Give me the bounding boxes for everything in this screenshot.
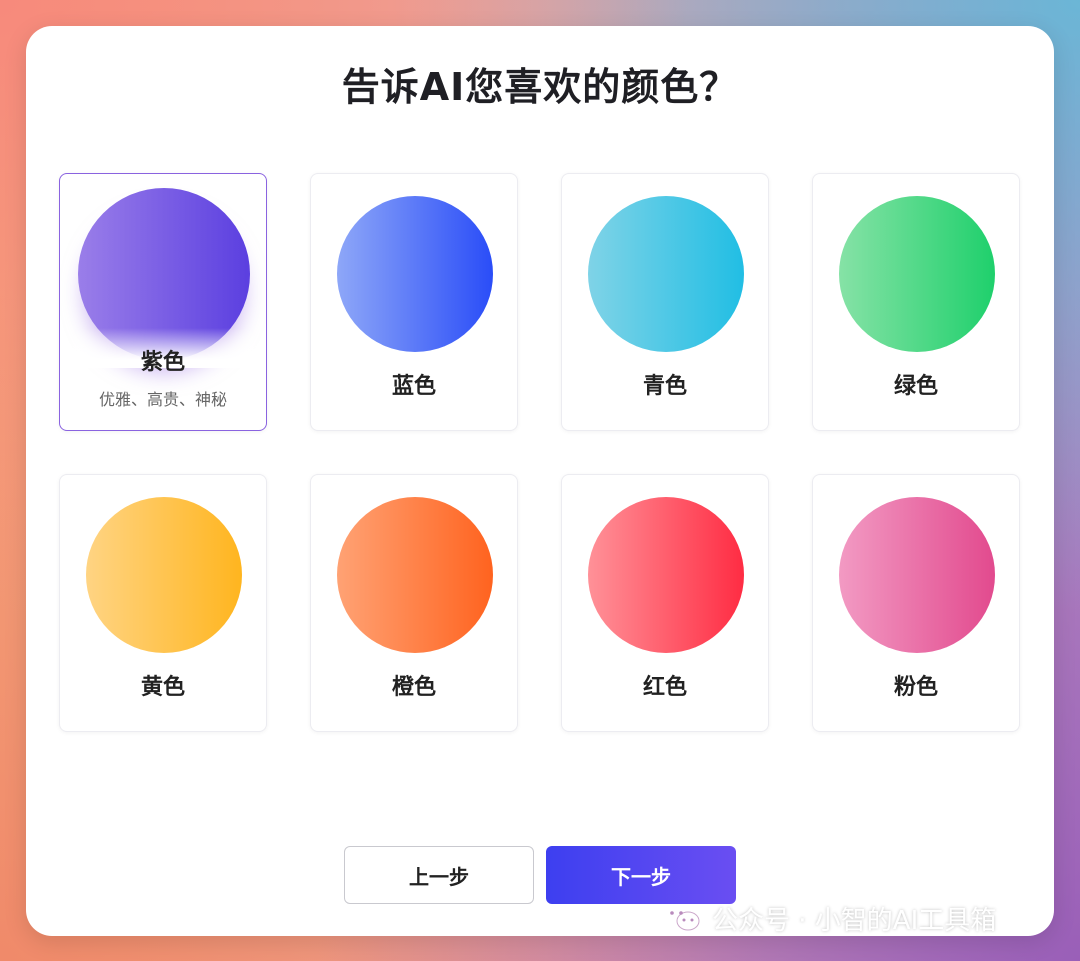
color-picker-dialog: 告诉AI您喜欢的颜色？ 紫色 优雅、高贵、神秘 蓝色 青色 绿色 黄色 橙色 红… <box>26 26 1054 936</box>
yellow-swatch <box>86 497 242 653</box>
color-card-orange[interactable]: 橙色 <box>310 474 518 732</box>
color-label: 绿色 <box>893 374 938 399</box>
cyan-swatch <box>588 196 744 352</box>
color-label: 青色 <box>642 374 687 399</box>
orange-swatch <box>337 497 493 653</box>
color-card-green[interactable]: 绿色 <box>812 173 1020 431</box>
color-label: 黄色 <box>140 675 185 700</box>
next-step-button[interactable]: 下一步 <box>546 846 736 904</box>
color-label: 粉色 <box>893 675 938 700</box>
color-card-yellow[interactable]: 黄色 <box>59 474 267 732</box>
color-card-pink[interactable]: 粉色 <box>812 474 1020 732</box>
red-swatch <box>588 497 744 653</box>
color-label: 蓝色 <box>391 374 436 399</box>
dialog-title: 告诉AI您喜欢的颜色？ <box>341 65 739 109</box>
color-description: 优雅、高贵、神秘 <box>98 390 227 409</box>
watermark-text: 公众号 · 小智的AI工具箱 <box>712 905 997 936</box>
prev-step-button[interactable]: 上一步 <box>344 846 534 904</box>
watermark: 公众号 · 小智的AI工具箱 <box>662 898 996 938</box>
color-label: 红色 <box>642 675 687 700</box>
color-card-blue[interactable]: 蓝色 <box>310 173 518 431</box>
color-card-cyan[interactable]: 青色 <box>561 173 769 431</box>
green-swatch <box>839 196 995 352</box>
color-label: 橙色 <box>391 675 436 700</box>
color-card-red[interactable]: 红色 <box>561 474 769 732</box>
color-label: 紫色 <box>140 350 185 375</box>
pink-swatch <box>839 497 995 653</box>
wechat-icon <box>664 904 700 931</box>
blue-swatch <box>337 196 493 352</box>
color-card-purple[interactable]: 紫色 优雅、高贵、神秘 <box>59 173 267 431</box>
